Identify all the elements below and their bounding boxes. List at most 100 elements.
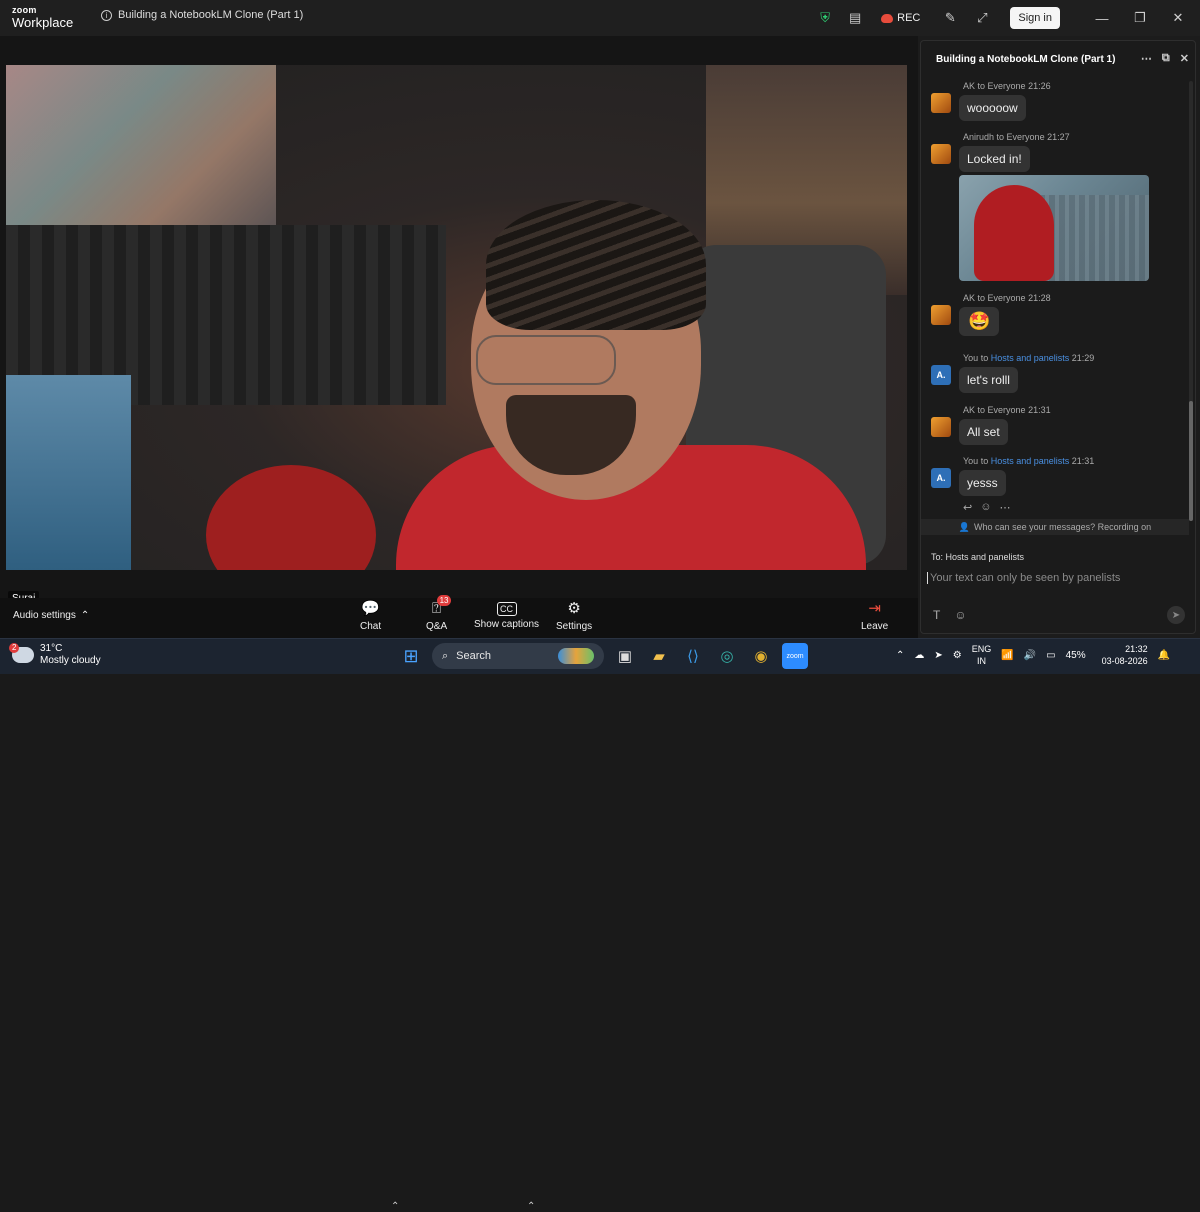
- close-window-icon[interactable]: ✕: [1170, 10, 1186, 26]
- wifi-icon[interactable]: 📶: [1001, 650, 1013, 661]
- chat-message: AK to Everyone 21:26 wooooow: [931, 81, 1181, 121]
- chrome-icon[interactable]: ◉: [748, 643, 774, 669]
- more-options-icon[interactable]: ⋯: [1141, 52, 1152, 65]
- sender-to-prefix: to: [978, 456, 991, 466]
- video-person-glasses: [476, 335, 616, 385]
- message-time: 21:28: [1028, 293, 1051, 303]
- clock-time: 21:32: [1125, 644, 1148, 654]
- gear-icon: ⚙: [567, 600, 581, 617]
- notes-icon[interactable]: ▤: [847, 10, 863, 26]
- recipient: Everyone: [1006, 132, 1045, 142]
- recording-indicator[interactable]: REC: [881, 12, 920, 24]
- weather-badge: 2: [9, 643, 20, 653]
- clock-date: 03-08-2026: [1101, 656, 1148, 666]
- search-label: Search: [456, 650, 492, 662]
- location-icon[interactable]: ➤: [934, 650, 942, 661]
- video-bg-poster: [6, 65, 276, 225]
- chat-title: Building a NotebookLM Clone (Part 1): [936, 53, 1116, 65]
- leave-door-icon: ⇥: [868, 600, 881, 617]
- weather-widget[interactable]: 2 31°C Mostly cloudy: [9, 643, 101, 667]
- task-view-icon[interactable]: ▣: [612, 643, 638, 669]
- zoom-app-icon[interactable]: zoom: [782, 643, 808, 669]
- message-sender-line: AK to Everyone 21:26: [963, 81, 1051, 91]
- avatar: A.: [931, 365, 951, 385]
- chat-header-actions: ⋯ ⧉ ✕: [1141, 52, 1189, 65]
- message-bubble[interactable]: wooooow: [959, 95, 1026, 121]
- qa-button[interactable]: ⍰ 13 Q&A: [426, 595, 452, 632]
- zoom-logo: zoom Workplace: [12, 6, 82, 30]
- meeting-info[interactable]: i Building a NotebookLM Clone (Part 1): [101, 9, 303, 21]
- clock[interactable]: 21:32 03-08-2026: [1102, 643, 1148, 667]
- fullscreen-icon[interactable]: ⤢: [974, 10, 990, 26]
- avatar: [931, 144, 951, 164]
- send-icon[interactable]: ➤: [1167, 606, 1185, 624]
- cloud-record-icon: [881, 13, 894, 23]
- message-sender-line: Anirudh to Everyone 21:27: [963, 132, 1070, 142]
- chat-chevron-icon[interactable]: ⌃: [391, 1201, 399, 1212]
- compose-tools: T ☺: [933, 608, 967, 622]
- captions-button[interactable]: CC Show captions: [474, 600, 539, 630]
- message-sender-line: AK to Everyone 21:28: [963, 293, 1051, 303]
- sender-to-prefix: to: [994, 132, 1007, 142]
- rec-label: REC: [897, 12, 921, 24]
- video-bg-ball: [206, 465, 376, 570]
- more-message-options-icon[interactable]: ⋯: [999, 501, 1010, 513]
- windows-taskbar: 2 31°C Mostly cloudy ⊞ ⌕ Search ▣ ▰ ⟨⟩ ◎…: [0, 638, 1200, 674]
- text-format-icon[interactable]: T: [933, 608, 940, 622]
- message-bubble[interactable]: let's rolll: [959, 367, 1018, 393]
- settings-tray-icon[interactable]: ⚙: [953, 650, 962, 661]
- recipient: Everyone: [987, 405, 1026, 415]
- minimize-icon[interactable]: —: [1094, 10, 1110, 26]
- message-bubble[interactable]: Locked in!: [959, 146, 1030, 172]
- pen-icon[interactable]: ✎: [942, 10, 958, 26]
- emoji-react-icon[interactable]: ☺: [980, 501, 991, 513]
- restore-icon[interactable]: ❐: [1132, 10, 1148, 26]
- edge-icon[interactable]: ◎: [714, 643, 740, 669]
- chat-button[interactable]: 💬 Chat: [360, 600, 381, 632]
- reply-icon[interactable]: ↩: [963, 501, 972, 513]
- taskbar-search[interactable]: ⌕ Search: [432, 643, 604, 669]
- audio-settings-button[interactable]: Audio settings ⌃: [13, 610, 89, 621]
- leave-button[interactable]: ⇥ Leave: [861, 600, 888, 632]
- battery-icon[interactable]: ▭: [1046, 650, 1055, 661]
- sign-in-button[interactable]: Sign in: [1010, 7, 1060, 29]
- sender-to-prefix: to: [975, 293, 988, 303]
- volume-icon[interactable]: 🔊: [1024, 650, 1036, 661]
- chat-scroll-thumb[interactable]: [1189, 401, 1193, 521]
- avatar: [931, 417, 951, 437]
- avatar: A.: [931, 468, 951, 488]
- language-indicator[interactable]: ENG IN: [972, 643, 992, 667]
- settings-button[interactable]: ⚙ Settings: [556, 600, 592, 632]
- chat-message: A. You to Hosts and panelists 21:29 let'…: [931, 353, 1181, 393]
- spiderman-gif-image[interactable]: [959, 175, 1149, 281]
- participant-video[interactable]: [6, 65, 907, 570]
- video-stage: Suraj: [0, 36, 918, 606]
- privacy-note[interactable]: 👤 Who can see your messages? Recording o…: [921, 519, 1189, 535]
- info-icon[interactable]: i: [101, 9, 112, 21]
- chat-compose-input[interactable]: [927, 572, 1177, 584]
- message-bubble[interactable]: yesss: [959, 470, 1006, 496]
- windows-start-icon[interactable]: ⊞: [398, 643, 424, 669]
- sender-name: AK: [963, 81, 976, 91]
- people-icon: 👤: [958, 521, 971, 532]
- vscode-icon[interactable]: ⟨⟩: [680, 643, 706, 669]
- cloud-icon: 2: [9, 643, 34, 663]
- lang-top: ENG: [971, 644, 992, 654]
- message-time: 21:31: [1071, 456, 1095, 466]
- message-sender-line: You to Hosts and panelists 21:31: [963, 456, 1094, 466]
- message-bubble[interactable]: All set: [959, 419, 1008, 445]
- cloud-sync-icon[interactable]: ☁: [914, 650, 924, 661]
- notifications-icon[interactable]: 🔔: [1158, 650, 1170, 661]
- captions-chevron-icon[interactable]: ⌃: [527, 1201, 535, 1212]
- recipient-selector[interactable]: To: Hosts and panelists: [931, 552, 1024, 562]
- recipient: Hosts and panelists: [990, 456, 1070, 466]
- emoji-icon[interactable]: ☺: [954, 608, 966, 622]
- message-bubble[interactable]: 🤩: [959, 307, 1000, 336]
- show-hidden-icons-icon[interactable]: ⌃: [896, 650, 904, 661]
- shield-icon[interactable]: ⛨: [817, 10, 833, 26]
- popout-icon[interactable]: ⧉: [1162, 52, 1170, 65]
- file-explorer-icon[interactable]: ▰: [646, 643, 672, 669]
- sender-name: You: [963, 456, 979, 466]
- close-chat-icon[interactable]: ✕: [1180, 52, 1189, 65]
- weather-condition: Mostly cloudy: [40, 655, 101, 666]
